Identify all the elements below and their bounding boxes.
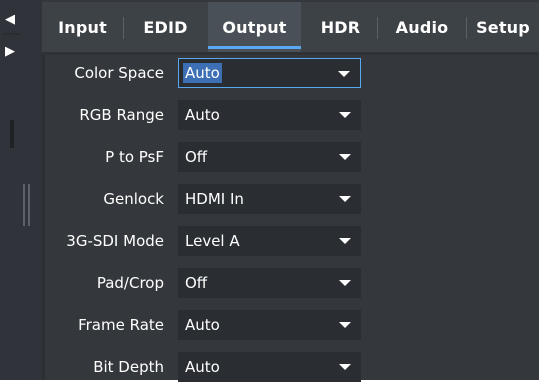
tab-audio[interactable]: Audio <box>378 2 466 52</box>
tab-hdr[interactable]: HDR <box>304 2 377 52</box>
tab-label: Input <box>58 17 107 37</box>
tab-label: EDID <box>143 17 188 37</box>
setting-label: Frame Rate <box>78 316 164 334</box>
dropdown-value: Auto <box>185 358 220 376</box>
setting-row-p-to-psf: P to PsF Off <box>45 136 539 178</box>
genlock-dropdown[interactable]: HDMI In <box>178 184 361 214</box>
dropdown-value: Auto <box>183 63 222 83</box>
setting-row-rgb-range: RGB Range Auto <box>45 94 539 136</box>
tab-label: Setup <box>476 17 530 37</box>
tab-label: HDR <box>320 17 361 37</box>
setting-label: Color Space <box>74 64 164 82</box>
side-navigation-strip: ◀ ▶ <box>0 0 42 380</box>
output-settings-panel: ◀ ▶ Input EDID Output HDR Audio Setup Co… <box>0 0 539 382</box>
chevron-down-icon <box>339 364 351 370</box>
setting-row-frame-rate: Frame Rate Auto <box>45 304 539 346</box>
setting-label: Pad/Crop <box>96 274 164 292</box>
dropdown-value: HDMI In <box>185 190 244 208</box>
tab-label: Output <box>222 17 287 37</box>
chevron-down-icon <box>338 71 350 77</box>
chevron-down-icon <box>339 196 351 202</box>
side-divider <box>2 33 20 35</box>
setting-row-genlock: Genlock HDMI In <box>45 178 539 220</box>
tab-label: Audio <box>395 17 449 37</box>
dropdown-value: Auto <box>185 316 220 334</box>
chevron-down-icon <box>339 112 351 118</box>
bit-depth-dropdown[interactable]: Auto <box>178 352 361 382</box>
3g-sdi-mode-dropdown[interactable]: Level A <box>178 226 361 256</box>
rgb-range-dropdown[interactable]: Auto <box>178 100 361 130</box>
setting-row-bit-depth: Bit Depth Auto <box>45 346 539 388</box>
p-to-psf-dropdown[interactable]: Off <box>178 142 361 172</box>
setting-row-3g-sdi-mode: 3G-SDI Mode Level A <box>45 220 539 262</box>
active-tab-indicator <box>208 46 301 49</box>
color-space-dropdown[interactable]: Auto <box>178 58 361 88</box>
triangle-right-icon[interactable]: ▶ <box>0 41 20 61</box>
tab-bar: Input EDID Output HDR Audio Setup <box>42 2 539 52</box>
setting-label: Genlock <box>103 190 164 208</box>
tab-edid[interactable]: EDID <box>124 2 207 52</box>
pad-crop-dropdown[interactable]: Off <box>178 268 361 298</box>
tab-input[interactable]: Input <box>42 2 123 52</box>
chevron-down-icon <box>339 238 351 244</box>
setting-label: RGB Range <box>79 106 164 124</box>
dropdown-value: Off <box>185 148 208 166</box>
triangle-left-icon[interactable]: ◀ <box>0 9 20 29</box>
setting-row-color-space: Color Space Auto <box>45 52 539 94</box>
tab-setup[interactable]: Setup <box>467 2 539 52</box>
dropdown-value: Level A <box>185 232 240 250</box>
resize-grip-icon[interactable] <box>22 184 32 226</box>
chevron-down-icon <box>339 322 351 328</box>
dropdown-value: Auto <box>185 106 220 124</box>
setting-label: Bit Depth <box>93 358 164 376</box>
setting-row-pad-crop: Pad/Crop Off <box>45 262 539 304</box>
side-notch <box>10 120 14 148</box>
frame-rate-dropdown[interactable]: Auto <box>178 310 361 340</box>
chevron-down-icon <box>339 280 351 286</box>
setting-label: 3G-SDI Mode <box>66 232 164 250</box>
setting-label: P to PsF <box>105 148 164 166</box>
dropdown-value: Off <box>185 274 208 292</box>
chevron-down-icon <box>339 154 351 160</box>
tab-output[interactable]: Output <box>208 2 301 52</box>
